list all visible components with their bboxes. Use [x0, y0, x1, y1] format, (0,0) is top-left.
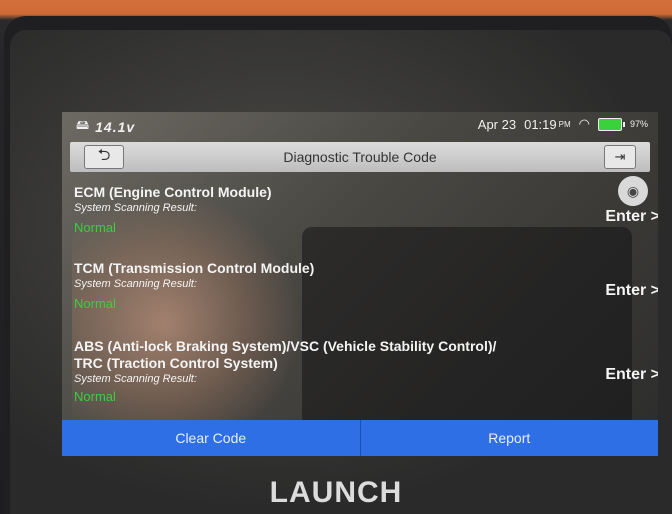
- status-bar: 🖴 14.1v Apr 23 01:19 PM ◠ 97%: [62, 112, 658, 136]
- module-name-line1: ABS (Anti-lock Braking System)/VSC (Vehi…: [74, 338, 497, 354]
- page-title: Diagnostic Trouble Code: [283, 149, 437, 165]
- enter-button[interactable]: Enter >: [605, 208, 658, 226]
- device-brand-logo: LAUNCH: [269, 476, 403, 509]
- exit-button[interactable]: ⇥: [604, 145, 636, 169]
- module-name: ECM (Engine Control Module): [74, 184, 272, 200]
- status-date: Apr 23: [477, 116, 517, 132]
- module-name: TCM (Transmission Control Module): [74, 260, 315, 276]
- exit-door-icon: ⇥: [614, 149, 626, 164]
- vehicle-icon: 🖴: [76, 117, 90, 132]
- title-bar: ⮌ Diagnostic Trouble Code ⇥: [70, 142, 650, 172]
- scan-result-label: System Scanning Result:: [74, 373, 197, 385]
- clear-code-button[interactable]: Clear Code: [62, 420, 360, 456]
- status-time: 01:19: [524, 116, 557, 132]
- scan-result-label: System Scanning Result:: [74, 278, 197, 290]
- module-row-abs: ABS (Anti-lock Braking System)/VSC (Vehi…: [74, 338, 658, 404]
- module-name-line2: TRC (Traction Control System): [74, 355, 278, 371]
- module-row-ecm: ECM (Engine Control Module) System Scann…: [74, 184, 658, 235]
- wifi-icon: ◠: [578, 116, 590, 131]
- module-row-tcm: TCM (Transmission Control Module) System…: [74, 260, 658, 311]
- action-bar: Clear Code Report: [62, 420, 658, 456]
- report-button[interactable]: Report: [359, 420, 658, 456]
- enter-button[interactable]: Enter >: [605, 366, 658, 384]
- scan-result-status: Normal: [74, 296, 116, 311]
- battery-voltage: 14.1v: [95, 119, 136, 135]
- tablet-screen: 🖴 14.1v Apr 23 01:19 PM ◠ 97% ⮌ Diagnost…: [62, 112, 658, 456]
- battery-percent: 97%: [629, 119, 648, 129]
- enter-button[interactable]: Enter >: [605, 282, 658, 300]
- status-ampm: PM: [558, 119, 571, 129]
- scan-result-label: System Scanning Result:: [74, 202, 197, 214]
- scan-result-status: Normal: [74, 220, 116, 235]
- scan-result-status: Normal: [74, 389, 116, 404]
- battery-icon: [597, 117, 625, 131]
